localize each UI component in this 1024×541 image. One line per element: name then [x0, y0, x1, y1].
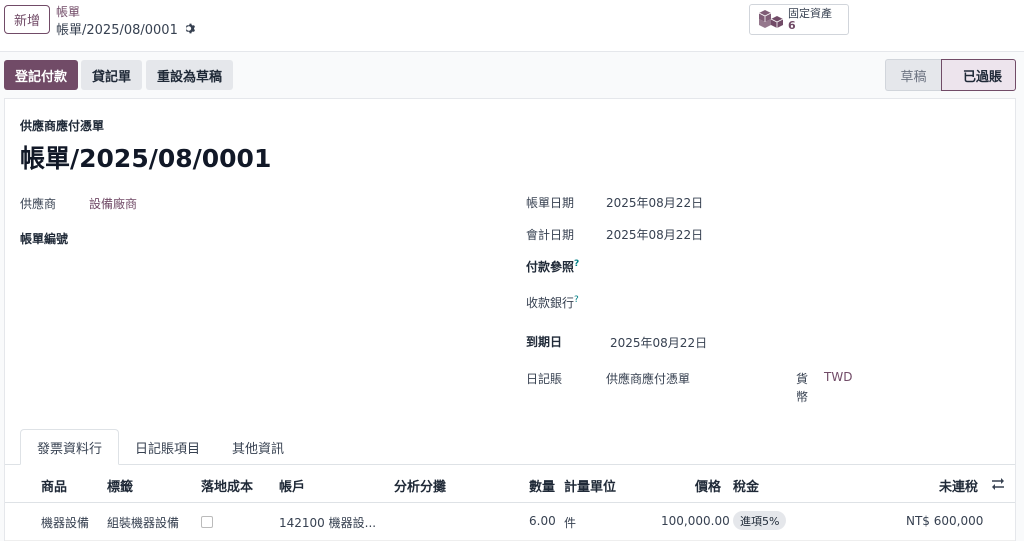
payment-reference-text: 付款參照: [526, 260, 575, 274]
cell-uom[interactable]: 件: [564, 514, 576, 531]
cell-account[interactable]: 142100 機器設...: [279, 514, 376, 531]
bill-reference-label: 帳單編號: [20, 232, 69, 246]
reset-to-draft-button[interactable]: 重設為草稿: [146, 60, 233, 90]
table-row[interactable]: 機器設備 組裝機器設備 142100 機器設... 6.00 件 100,000…: [5, 503, 1015, 541]
column-header-product[interactable]: 商品: [41, 476, 67, 495]
help-icon[interactable]: ?: [574, 295, 579, 305]
tab-divider: [5, 464, 1015, 465]
status-draft[interactable]: 草稿: [885, 59, 941, 91]
form-sheet: 供應商應付憑單 帳單/2025/08/0001 供應商 設備廠商 帳單編號 帳單…: [4, 98, 1016, 541]
breadcrumb-parent[interactable]: 帳單: [56, 3, 80, 20]
fixed-assets-smart-button[interactable]: 固定資產 6: [749, 4, 849, 35]
accounting-date-label: 會計日期: [526, 228, 575, 242]
gear-icon[interactable]: [184, 22, 197, 35]
new-button[interactable]: 新增: [4, 5, 50, 34]
tax-badge[interactable]: 進項5%: [733, 511, 787, 530]
column-header-account[interactable]: 帳戶: [279, 476, 305, 495]
tab-invoice-lines[interactable]: 發票資料行: [20, 429, 120, 465]
payment-reference-label: 付款參照?: [526, 258, 579, 275]
due-date-field[interactable]: 2025年08月22日: [610, 334, 707, 351]
due-date-label: 到期日: [526, 335, 563, 349]
control-panel: 新增 帳單 帳單/2025/08/0001 固定資產 6: [0, 0, 1024, 52]
vendor-field[interactable]: 設備廠商: [89, 195, 137, 212]
smart-button-label: 固定資產: [788, 6, 832, 20]
breadcrumb-current-label: 帳單/2025/08/0001: [56, 23, 178, 38]
column-header-landed-cost[interactable]: 落地成本: [201, 476, 253, 495]
bill-date-field[interactable]: 2025年08月22日: [606, 194, 703, 211]
cell-quantity[interactable]: 6.00: [529, 514, 556, 528]
register-payment-button[interactable]: 登記付款: [4, 60, 78, 90]
tab-journal-items[interactable]: 日記賬項目: [119, 429, 216, 465]
tab-other-info[interactable]: 其他資訊: [216, 429, 300, 465]
optional-columns-icon[interactable]: [990, 476, 1006, 492]
page-title: 帳單/2025/08/0001: [20, 144, 272, 173]
accounting-date-field[interactable]: 2025年08月22日: [606, 226, 703, 243]
help-icon[interactable]: ?: [574, 259, 579, 269]
currency-label: 貨幣: [796, 372, 809, 404]
vendor-label: 供應商: [20, 197, 57, 211]
status-posted[interactable]: 已過賬: [941, 59, 1016, 91]
breadcrumb-current: 帳單/2025/08/0001: [56, 19, 197, 38]
smart-button-count: 6: [788, 18, 796, 32]
column-header-label[interactable]: 標籤: [107, 476, 133, 495]
recipient-bank-text: 收款銀行: [526, 296, 575, 310]
table-header: 商品 標籤 落地成本 帳戶 分析分攤 數量 計量單位 價格 稅金 未連稅: [5, 466, 1015, 503]
column-header-analytic[interactable]: 分析分攤: [394, 476, 446, 495]
recipient-bank-label: 收款銀行?: [526, 294, 579, 311]
landed-cost-checkbox[interactable]: [201, 516, 213, 528]
column-header-price[interactable]: 價格: [695, 476, 721, 495]
document-type: 供應商應付憑單: [20, 119, 105, 133]
credit-note-button[interactable]: 貸記單: [81, 60, 142, 90]
cell-price[interactable]: 100,000.00: [661, 514, 730, 528]
status-bar: 草稿 已過賬: [885, 59, 1016, 91]
journal-field[interactable]: 供應商應付憑單: [606, 370, 690, 387]
bill-date-label: 帳單日期: [526, 196, 575, 210]
column-header-tax[interactable]: 稅金: [733, 476, 759, 495]
action-bar: 登記付款 貸記單 重設為草稿 草稿 已過賬: [0, 52, 1024, 98]
cell-label[interactable]: 組裝機器設備: [107, 514, 179, 531]
cell-product[interactable]: 機器設備: [41, 514, 89, 531]
cubes-icon: [758, 9, 784, 28]
journal-label: 日記賬: [526, 372, 563, 386]
column-header-uom[interactable]: 計量單位: [564, 476, 616, 495]
column-header-quantity[interactable]: 數量: [529, 476, 555, 495]
smart-button-text: 固定資產 6: [788, 6, 832, 32]
cell-subtotal: NT$ 600,000: [906, 514, 984, 528]
notebook-tabs: 發票資料行 日記賬項目 其他資訊: [20, 429, 300, 465]
currency-field[interactable]: TWD: [824, 370, 852, 384]
column-header-subtotal[interactable]: 未連稅: [939, 476, 978, 495]
